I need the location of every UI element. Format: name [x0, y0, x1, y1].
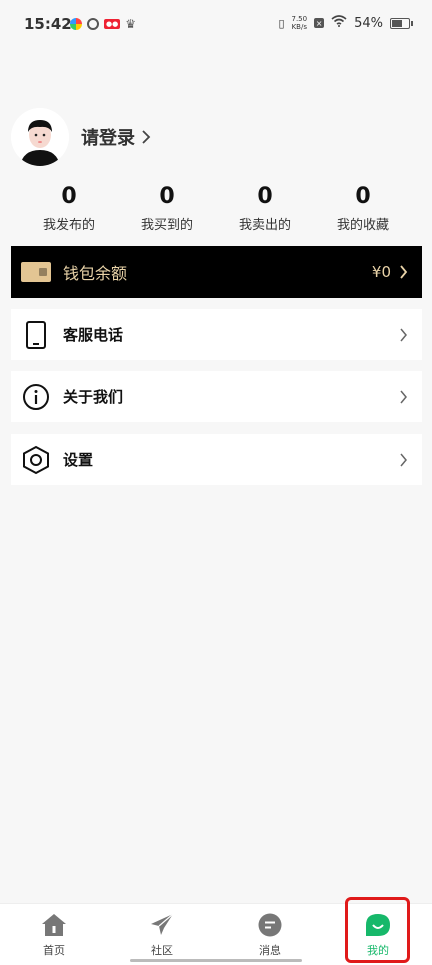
stat-published[interactable]: 0 我发布的: [20, 184, 118, 233]
tab-home[interactable]: 首页: [0, 904, 108, 965]
app-notification-icon: ●●: [104, 19, 121, 29]
stat-label: 我发布的: [42, 218, 95, 233]
avatar[interactable]: [11, 108, 69, 166]
menu-item-label: 关于我们: [63, 388, 124, 406]
login-link[interactable]: 请登录: [81, 124, 151, 150]
menu-item-customer-service[interactable]: 客服电话: [11, 309, 422, 360]
app-notification-icon: [70, 18, 82, 30]
wallet-label: 钱包余额: [63, 264, 128, 283]
wallet-balance-row[interactable]: 钱包余额 ¥0: [11, 246, 422, 298]
stat-count: 0: [257, 184, 273, 209]
wifi-icon: [331, 15, 347, 31]
tab-community[interactable]: 社区: [108, 904, 216, 965]
menu-item-settings[interactable]: 设置: [11, 434, 422, 485]
tab-messages[interactable]: 消息: [216, 904, 324, 965]
profile-header[interactable]: 请登录: [11, 108, 151, 166]
stat-sold[interactable]: 0 我卖出的: [216, 184, 314, 233]
chevron-right-icon: [400, 390, 407, 403]
info-icon: [22, 383, 50, 411]
wallet-balance: ¥0: [371, 263, 391, 281]
tab-highlight-box: [345, 897, 410, 963]
stat-count: 0: [61, 184, 77, 209]
stat-favorites[interactable]: 0 我的收藏: [314, 184, 412, 233]
status-time: 15:42: [24, 15, 72, 33]
chevron-right-icon: [142, 130, 151, 144]
stat-label: 我卖出的: [238, 218, 291, 233]
home-icon: [41, 913, 67, 937]
login-text: 请登录: [81, 128, 135, 149]
stat-label: 我买到的: [140, 218, 193, 233]
chevron-right-icon: [400, 453, 407, 466]
crown-icon: ♛: [125, 17, 136, 31]
menu-item-label: 客服电话: [63, 326, 124, 344]
paper-plane-icon: [149, 913, 175, 937]
battery-icon: [390, 17, 413, 29]
stats-row: 0 我发布的 0 我买到的 0 我卖出的 0 我的收藏: [20, 184, 412, 233]
status-bar: 15:42 ●● ♛ ▯ 7.50 KB/s × 54%: [0, 0, 432, 50]
menu-item-about-us[interactable]: 关于我们: [11, 371, 422, 422]
net-speed: 7.50 KB/s: [291, 15, 308, 31]
tab-label: 首页: [43, 944, 65, 957]
menu-item-label: 设置: [63, 451, 94, 469]
gesture-home-bar[interactable]: [130, 959, 302, 962]
tab-label: 消息: [259, 944, 281, 957]
message-icon: [257, 913, 283, 937]
hexagon-settings-icon: [22, 445, 50, 474]
stat-label: 我的收藏: [336, 218, 389, 233]
app-notification-icon: [87, 18, 99, 30]
chevron-right-icon: [400, 328, 407, 341]
tab-label: 社区: [151, 944, 173, 957]
phone-icon: [22, 320, 50, 349]
battery-percent: 54%: [354, 15, 383, 31]
vibrate-icon: ▯: [278, 16, 285, 30]
stat-bought[interactable]: 0 我买到的: [118, 184, 216, 233]
chevron-right-icon: [400, 265, 408, 279]
stat-count: 0: [159, 184, 175, 209]
stat-count: 0: [355, 184, 371, 209]
sim-icon: ×: [314, 18, 325, 28]
wallet-icon: [21, 262, 51, 282]
